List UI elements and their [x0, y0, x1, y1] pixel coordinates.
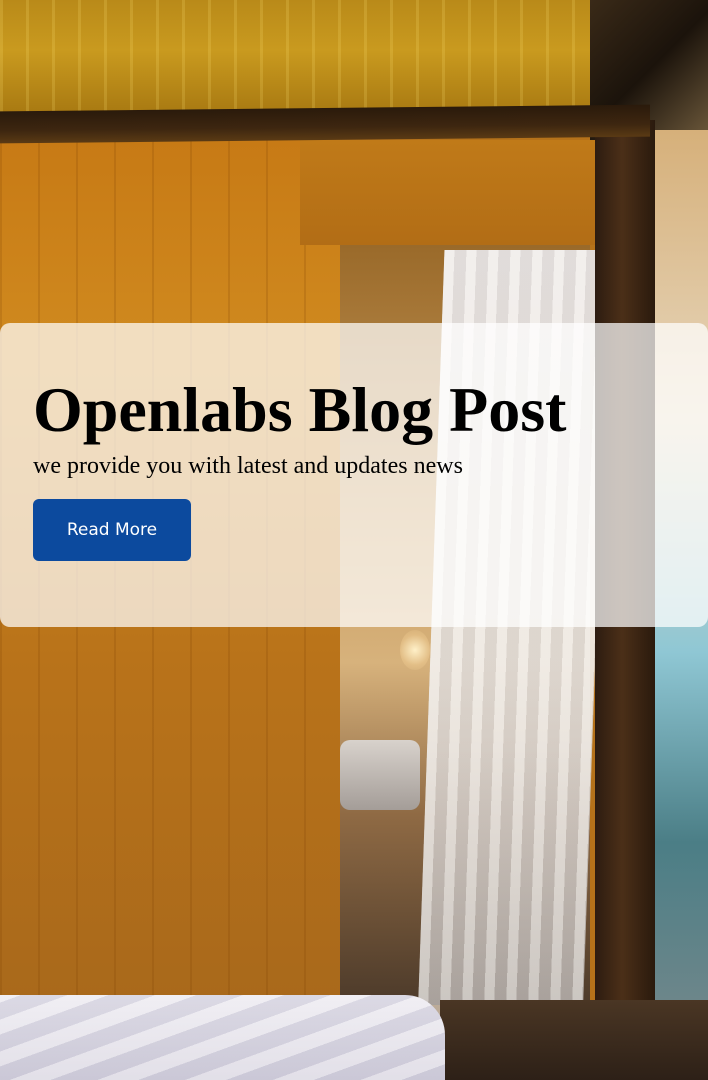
background-transom	[300, 140, 620, 245]
background-sofa	[340, 740, 420, 810]
hero-subtitle: we provide you with latest and updates n…	[33, 453, 463, 479]
background-lamp	[400, 630, 430, 670]
hero-section: Openlabs Blog Post we provide you with l…	[0, 0, 708, 1080]
background-beam	[0, 104, 650, 144]
background-bed	[0, 995, 445, 1080]
read-more-button[interactable]: Read More	[33, 499, 191, 561]
hero-title: Openlabs Blog Post	[33, 374, 567, 445]
background-floor	[440, 1000, 708, 1080]
